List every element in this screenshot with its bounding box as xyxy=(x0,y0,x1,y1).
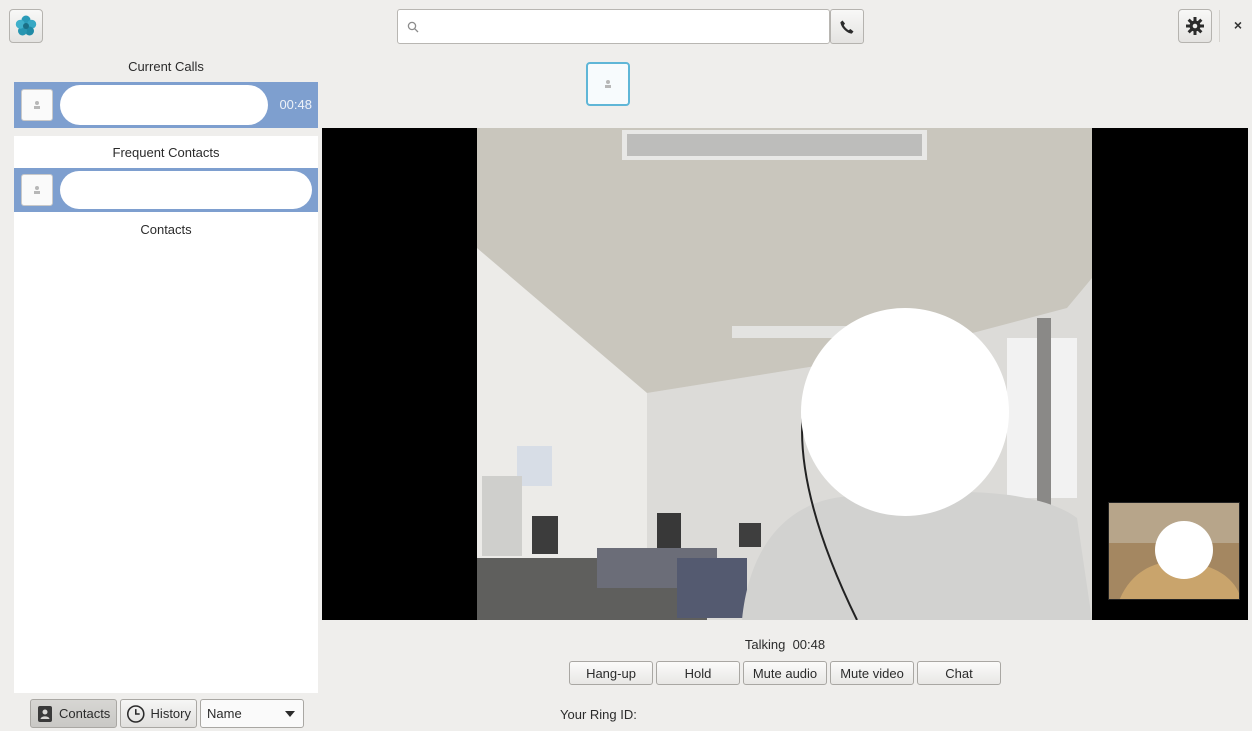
search-icon xyxy=(398,21,428,33)
contact-avatar xyxy=(21,174,53,206)
clock-icon xyxy=(126,704,145,723)
hold-button[interactable]: Hold xyxy=(656,661,740,685)
peer-avatar xyxy=(586,62,630,106)
call-duration: 00:48 xyxy=(792,637,826,652)
tab-contacts[interactable]: Contacts xyxy=(30,699,117,728)
search-input[interactable] xyxy=(428,11,829,42)
tab-history[interactable]: History xyxy=(120,699,197,728)
preview-scene xyxy=(1109,503,1239,599)
ring-flower-logo-icon xyxy=(15,15,37,36)
sort-select[interactable]: Name xyxy=(200,699,304,728)
contacts-title: Contacts xyxy=(140,222,192,237)
current-calls-title: Current Calls xyxy=(128,59,204,74)
settings-button[interactable] xyxy=(1178,9,1212,43)
call-controls: Hang-up Hold Mute audio Mute video Chat xyxy=(569,661,1001,685)
sort-select-value: Name xyxy=(207,706,242,721)
mute-audio-button[interactable]: Mute audio xyxy=(743,661,827,685)
current-call-item[interactable]: 00:48 xyxy=(14,82,318,128)
phone-icon xyxy=(840,20,854,34)
redacted-contact-name xyxy=(60,85,268,125)
mute-video-button[interactable]: Mute video xyxy=(830,661,914,685)
call-button[interactable] xyxy=(830,9,864,44)
search-field[interactable] xyxy=(397,9,830,44)
video-scene xyxy=(477,128,1092,620)
local-video-preview[interactable] xyxy=(1108,502,1240,600)
chat-button[interactable]: Chat xyxy=(917,661,1001,685)
gear-icon xyxy=(1186,17,1204,35)
chevron-down-icon xyxy=(285,710,295,717)
toolbar-separator xyxy=(1219,10,1220,42)
person-icon xyxy=(605,80,611,88)
tab-contacts-label: Contacts xyxy=(59,706,111,721)
ring-id-label: Your Ring ID: xyxy=(560,707,637,722)
person-icon xyxy=(34,186,40,194)
call-status: Talking 00:48 xyxy=(322,637,1248,652)
contact-avatar xyxy=(21,89,53,121)
contacts-panel xyxy=(14,136,318,693)
tab-history-label: History xyxy=(150,706,191,721)
address-book-icon xyxy=(38,705,52,722)
current-call-duration: 00:48 xyxy=(279,97,312,112)
frequent-contact-item[interactable] xyxy=(14,168,318,212)
frequent-contacts-title: Frequent Contacts xyxy=(112,145,220,160)
redacted-contact-name xyxy=(60,171,312,209)
remote-video-frame xyxy=(477,128,1092,620)
call-status-label: Talking xyxy=(744,637,786,652)
app-logo-button[interactable] xyxy=(9,9,43,43)
hangup-button[interactable]: Hang-up xyxy=(569,661,653,685)
person-icon xyxy=(34,101,40,109)
close-button[interactable]: × xyxy=(1228,12,1248,38)
